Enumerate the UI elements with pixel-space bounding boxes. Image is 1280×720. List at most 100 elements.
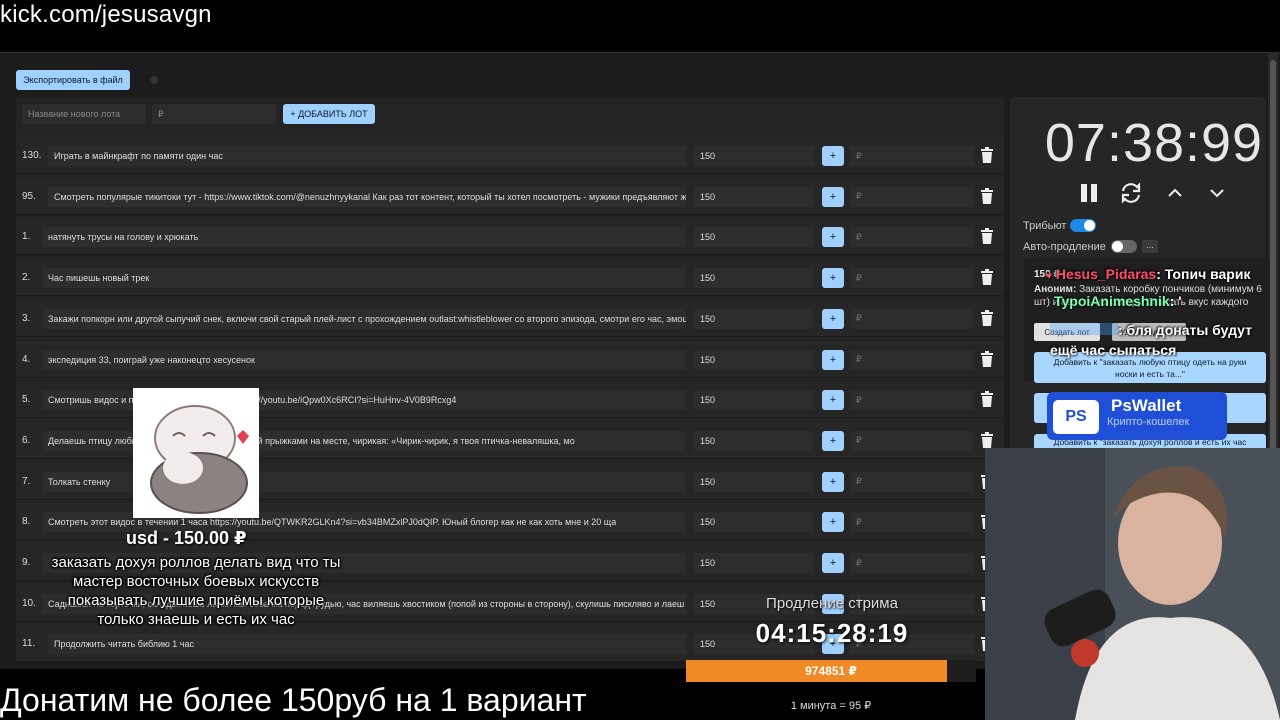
trash-icon[interactable] <box>980 187 994 204</box>
lot-number: 3. <box>22 312 31 324</box>
lot-price-input[interactable]: 150 <box>694 186 814 207</box>
add-amount-button[interactable]: + <box>822 512 844 533</box>
trash-icon[interactable] <box>980 431 994 448</box>
lot-number: 10. <box>22 597 36 609</box>
lot-price-input[interactable]: 150 <box>694 227 814 248</box>
lot-price-input[interactable]: 150 <box>694 308 814 329</box>
lot-price-input[interactable]: 150 <box>694 512 814 533</box>
lot-price-input[interactable]: 150 <box>694 430 814 451</box>
lot-row: 3. Закажи попкорн или другой сыпучий снек… <box>16 299 1004 337</box>
reset-icon[interactable] <box>1118 180 1144 206</box>
lot-number: 6. <box>22 434 31 446</box>
lot-amount-input[interactable]: ₽ <box>850 390 974 411</box>
lot-number: 130. <box>22 150 42 161</box>
add-amount-button[interactable]: + <box>822 268 844 289</box>
add-amount-button[interactable]: + <box>822 390 844 411</box>
lot-row: 1. натянуть трусы на голову и хрюкать 150 +… <box>16 218 1004 256</box>
lot-amount-input[interactable]: ₽ <box>850 512 974 533</box>
chat-username: Hesus_Pidaras <box>1055 266 1157 282</box>
chat-badge-icon: ♥ <box>1046 271 1052 282</box>
auto-extend-toggle[interactable] <box>1111 240 1137 253</box>
add-amount-button[interactable]: + <box>822 471 844 492</box>
add-amount-button[interactable]: + <box>822 227 844 248</box>
lot-price-input[interactable]: 150 <box>694 471 814 492</box>
chat-text: : Топич варик <box>1156 266 1251 282</box>
lot-amount-input[interactable]: ₽ <box>850 553 974 573</box>
chevron-up-icon[interactable] <box>1162 180 1188 206</box>
auto-extend-more-button[interactable]: ... <box>1142 240 1158 253</box>
lot-amount-input[interactable]: ₽ <box>850 430 974 451</box>
lot-price-input[interactable]: 150 <box>694 268 814 289</box>
trash-icon[interactable] <box>980 228 994 245</box>
donation-overlay-text: заказать дохуя роллов делать вид что ты … <box>51 554 341 628</box>
pswallet-banner: PS PsWallet Крипто-кошелек <box>1047 392 1227 440</box>
pswallet-name: PsWallet <box>1111 396 1182 415</box>
lot-amount-input[interactable]: ₽ <box>850 227 974 248</box>
lot-title-input[interactable]: Играть в майнкрафт по памяти один час <box>48 146 686 166</box>
lot-title-input[interactable]: экспедиция 33, поиграй уже наконецто хес… <box>42 349 686 370</box>
lot-title-input[interactable]: Час пишешь новый трек <box>42 268 686 289</box>
new-lot-price-input[interactable]: ₽ <box>152 104 276 124</box>
trash-icon[interactable] <box>980 147 994 163</box>
lot-amount-input[interactable]: ₽ <box>850 186 974 207</box>
lot-row: 95. Смотреть популярые тикитоки тут - htt… <box>16 177 1004 215</box>
lot-price-input[interactable]: 150 <box>694 349 814 370</box>
lot-amount-input[interactable]: ₽ <box>850 146 974 166</box>
chat-username-hidden <box>1050 323 1118 335</box>
new-lot-name-input[interactable]: Название нового лота <box>22 104 146 124</box>
lot-amount-input[interactable]: ₽ <box>850 349 974 370</box>
chat-message: TypoiAnimeshnik: ' <box>1054 293 1182 309</box>
chevron-down-icon[interactable] <box>1204 180 1230 206</box>
lot-title-input[interactable]: Закажи попкорн или другой сыпучий снек, … <box>42 308 686 329</box>
lot-title-input[interactable]: Смотреть популярые тикитоки тут - https:… <box>48 186 686 207</box>
webcam-feed <box>985 448 1280 720</box>
lot-row: 130. Играть в майнкрафт по памяти один ча… <box>16 137 1004 174</box>
pause-icon[interactable] <box>1076 180 1102 206</box>
lot-number: 5. <box>22 394 31 406</box>
stream-url: kick.com/jesusavgn <box>0 1 212 28</box>
extension-label: Продление стрима <box>766 595 898 612</box>
lot-number: 8. <box>22 516 31 528</box>
status-dot <box>150 76 158 84</box>
lot-number: 1. <box>22 231 31 243</box>
chat-message: ♥ Hesus_Pidaras: Топич варик <box>1046 266 1250 282</box>
add-amount-button[interactable]: + <box>822 146 844 166</box>
auto-extend-label: Авто-продление <box>1023 241 1106 253</box>
extension-rate: 1 минута = 95 ₽ <box>790 700 872 712</box>
lot-price-input[interactable]: 150 <box>694 553 814 573</box>
lot-amount-input[interactable]: ₽ <box>850 308 974 329</box>
lot-row: 2. Час пишешь новый трек 150 + ₽ <box>16 259 1004 297</box>
lot-number: 7. <box>22 475 31 487</box>
trash-icon[interactable] <box>980 269 994 286</box>
extension-progress-bar: 974851 ₽ <box>686 660 976 682</box>
lot-row: 4. экспедиция 33, поиграй уже наконецто х… <box>16 340 1004 378</box>
lot-title-input[interactable]: Продолжить читать библию 1 час <box>48 634 686 655</box>
lot-price-input[interactable]: 150 <box>694 390 814 411</box>
extension-total: 974851 ₽ <box>805 664 857 678</box>
trash-icon[interactable] <box>980 309 994 326</box>
tribute-toggle[interactable] <box>1070 219 1096 232</box>
lot-price-input[interactable]: 150 <box>694 146 814 166</box>
export-button[interactable]: Экспортировать в файл <box>16 70 130 90</box>
lot-number: 95. <box>22 190 36 202</box>
add-amount-button[interactable]: + <box>822 349 844 370</box>
trash-icon[interactable] <box>980 350 994 367</box>
trash-icon[interactable] <box>980 391 994 408</box>
lot-amount-input[interactable]: ₽ <box>850 268 974 289</box>
bottom-banner: Донатим не более 150руб на 1 вариант <box>0 682 587 718</box>
add-amount-button[interactable]: + <box>822 308 844 329</box>
timer-display: 07:38:99 <box>1044 113 1264 173</box>
add-lot-button[interactable]: + ДОБАВИТЬ ЛОТ <box>283 104 375 124</box>
pswallet-logo-icon: PS <box>1053 400 1099 434</box>
add-amount-button[interactable]: + <box>822 430 844 451</box>
chat-username: TypoiAnimeshnik <box>1054 293 1170 309</box>
tribute-label: Трибьют <box>1023 220 1067 232</box>
pswallet-subtitle: Крипто-кошелек <box>1107 416 1190 428</box>
lot-title-input[interactable]: натянуть трусы на голову и хрюкать <box>42 227 686 248</box>
lot-number: 4. <box>22 353 31 365</box>
lot-amount-input[interactable]: ₽ <box>850 471 974 492</box>
extension-timer: 04:15:28:19 <box>755 618 909 648</box>
add-amount-button[interactable]: + <box>822 553 844 573</box>
add-amount-button[interactable]: + <box>822 186 844 207</box>
lot-number: 2. <box>22 272 31 284</box>
